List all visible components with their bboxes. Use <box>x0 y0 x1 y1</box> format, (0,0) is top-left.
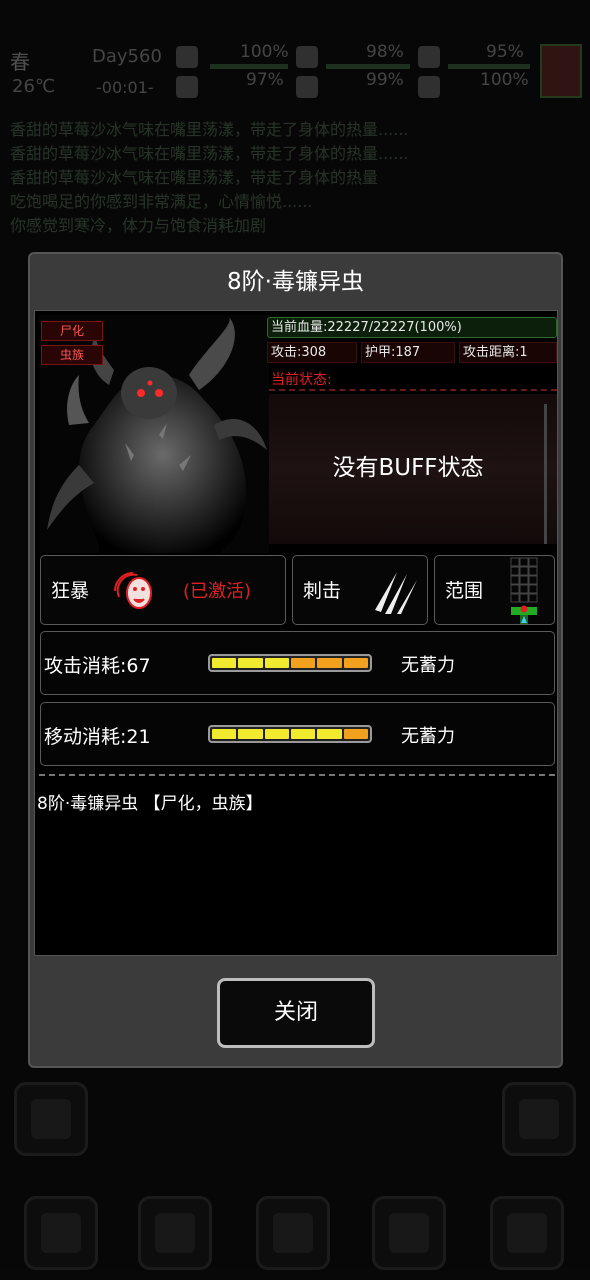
energy-segment <box>238 729 263 739</box>
monster-description: 8阶·毒镰异虫 【尸化，虫族】 <box>37 794 263 814</box>
energy-segment <box>317 729 342 739</box>
energy-segment <box>343 658 368 668</box>
claw-slash-icon <box>375 572 417 614</box>
skill-area[interactable]: 范围 <box>434 555 555 625</box>
current-state-label: 当前状态: <box>271 372 332 388</box>
move-cost-bar <box>208 725 372 743</box>
move-cost-label: 移动消耗:21 <box>44 726 151 748</box>
no-buff-text: 没有BUFF状态 <box>332 455 484 481</box>
skill-berserk-state: (已激活) <box>183 581 252 602</box>
energy-segment <box>343 729 368 739</box>
attack-stat: 攻击:308 <box>267 342 357 363</box>
buff-list[interactable]: 没有BUFF状态 <box>269 394 557 544</box>
dialog-title: 8阶·毒镰异虫 <box>227 269 364 295</box>
energy-segment <box>290 658 316 668</box>
move-charge-label: 无蓄力 <box>401 726 455 747</box>
close-button[interactable]: 关闭 <box>217 978 375 1048</box>
berserk-icon <box>114 572 152 609</box>
monster-info-dialog: 8阶·毒镰异虫 尸化 虫族 当前血量:22227/22227(100%) 攻击:… <box>28 252 563 1068</box>
skill-berserk-label: 狂暴 <box>51 580 90 602</box>
attack-cost-bar <box>208 654 372 672</box>
energy-segment <box>264 729 289 739</box>
tag-zombified: 尸化 <box>41 321 103 341</box>
attack-cost-label: 攻击消耗:67 <box>44 655 151 677</box>
energy-segment <box>212 729 237 739</box>
move-cost-row: 移动消耗:21 无蓄力 <box>40 702 555 766</box>
skill-berserk[interactable]: 狂暴 (已激活) <box>40 555 286 625</box>
energy-segment <box>317 658 342 668</box>
attack-cost-row: 攻击消耗:67 无蓄力 <box>40 631 555 695</box>
skill-stab[interactable]: 刺击 <box>292 555 428 625</box>
energy-segment <box>238 658 263 668</box>
monster-portrait: 尸化 虫族 <box>39 315 269 553</box>
range-stat: 攻击距离:1 <box>459 342 557 363</box>
state-divider <box>269 389 557 391</box>
attack-range-grid-icon <box>510 557 538 624</box>
energy-segment <box>264 658 289 668</box>
skill-stab-label: 刺击 <box>303 580 342 602</box>
skill-area-label: 范围 <box>445 580 484 602</box>
hp-readout: 当前血量:22227/22227(100%) <box>267 317 557 338</box>
energy-segment <box>212 658 237 668</box>
armor-stat: 护甲:187 <box>361 342 455 363</box>
buff-scrollbar[interactable] <box>544 404 547 544</box>
combat-stats: 攻击:308 护甲:187 攻击距离:1 <box>267 342 557 363</box>
tag-insect: 虫族 <box>41 345 103 365</box>
monster-detail-panel: 尸化 虫族 当前血量:22227/22227(100%) 攻击:308 护甲:1… <box>34 310 558 956</box>
attack-charge-label: 无蓄力 <box>401 655 455 676</box>
description-divider <box>39 774 555 776</box>
energy-segment <box>290 729 316 739</box>
